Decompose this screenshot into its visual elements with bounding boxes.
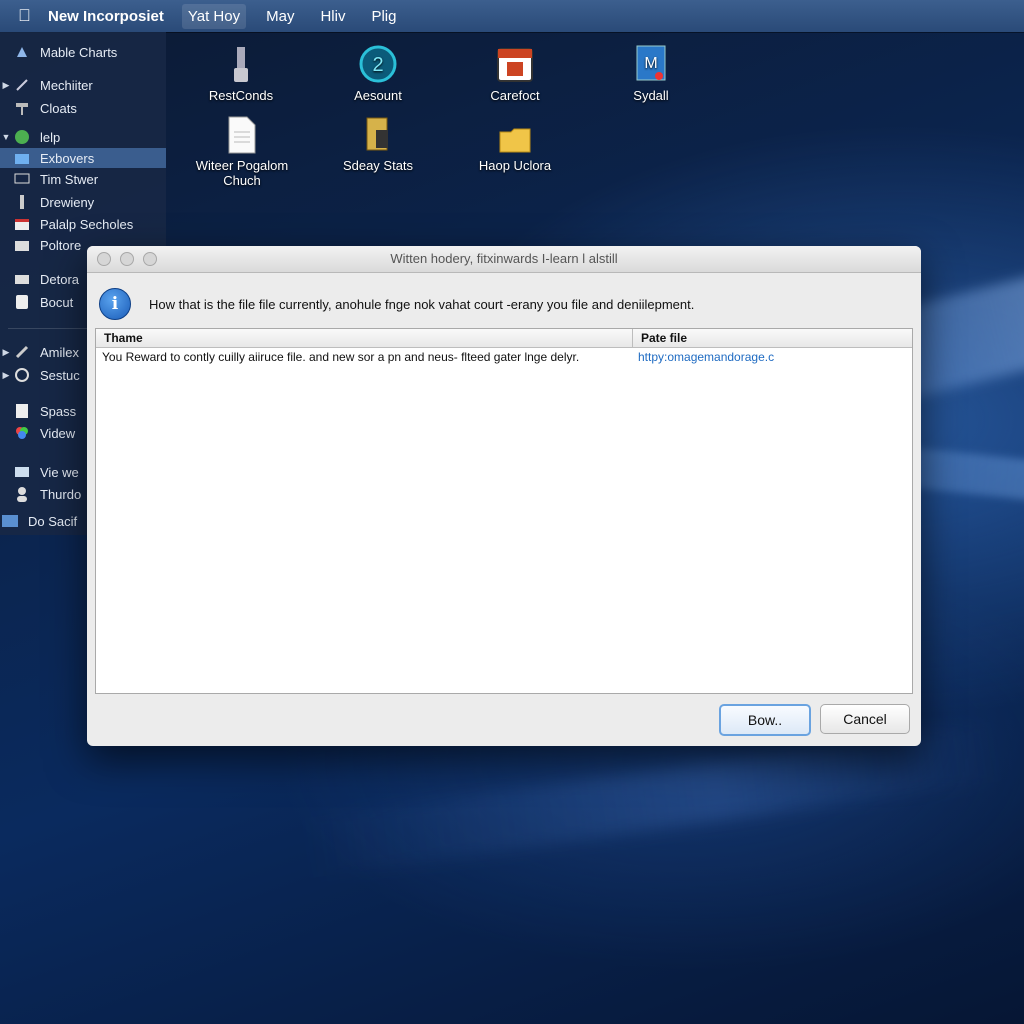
drive-icon [12,271,32,287]
folder-icon [455,114,575,154]
sidebar-item-label: Sestuc [40,367,80,383]
app-name-menu[interactable]: New Incorposiet [48,8,164,25]
sidebar-item[interactable]: Palalp Secholes [0,214,166,234]
sidebar-item-label: Spass [40,403,77,419]
table-header: Thame Pate file [96,329,912,348]
desktop-icon[interactable]: Sdeay Stats [318,114,438,173]
disclosure-triangle-icon[interactable]: ▶ [0,347,12,358]
folder-icon [12,237,32,253]
usb-drive-icon [181,40,301,84]
dialog-message: How that is the file file currently, ano… [149,296,695,312]
desktop-icon-label: Witeer Pogalom Chuch [195,158,289,188]
table-cell-name: You Reward to contly cuilly aiiruce file… [102,350,580,364]
browse-button[interactable]: Bow.. [719,704,811,736]
sidebar-item[interactable]: Drewieny [0,192,166,212]
file-table: Thame Pate file You Reward to contly cui… [95,328,913,694]
sidebar-item-selected[interactable]: Exbovers [0,148,166,168]
sidebar-item-label: Exbovers [40,150,95,166]
desktop-icon[interactable]: Haop Uclora [455,114,575,173]
svg-text:M: M [644,55,657,72]
sidebar-item-label: Cloats [40,100,77,116]
dialog-message-row: i How that is the file file currently, a… [99,288,694,320]
desktop-icon[interactable]: RestConds [181,40,301,103]
disclosure-triangle-icon[interactable]: ▶ [0,80,12,91]
help-icon [12,129,32,145]
disclosure-triangle-icon[interactable]: ▼ [0,132,12,142]
info-icon: i [99,288,131,320]
image-icon [12,464,32,480]
desktop-icon[interactable]: 2 Aesount [318,40,438,103]
tool-icon [12,77,32,93]
disclosure-triangle-icon[interactable]: ▶ [0,370,12,381]
sidebar-item-label: Bocut [40,294,74,310]
folder-icon [12,150,32,166]
desktop-icon[interactable]: M Sydall [591,40,711,103]
apple-icon[interactable]:  [18,6,38,26]
sidebar-item[interactable]: Mable Charts [0,42,166,62]
sidebar-item[interactable]: ▼ lelp [0,127,166,147]
stats-icon [318,114,438,154]
sidebar-item-label: Tim Stwer [40,171,99,187]
sidebar-item-label: Do Sacif [28,513,78,529]
menu-item-1[interactable]: Yat Hoy [181,3,247,29]
desktop-icon-label: Carefoct [490,88,540,103]
sidebar-item-label: Drewieny [40,194,95,210]
menu-item-3[interactable]: Hliv [320,8,345,25]
sidebar-item[interactable]: Cloats [0,98,166,118]
desktop-icon[interactable]: Witeer Pogalom Chuch [181,114,303,188]
desktop-icon-label: Aesount [354,88,402,103]
menu-bar:  New Incorposiet Yat Hoy May Hliv Plig [0,0,1024,32]
document-icon [12,403,32,419]
sidebar-item-label: lelp [40,129,61,145]
sidebar-item-label: Palalp Secholes [40,216,134,232]
sidebar-item-label: Videw [40,425,76,441]
calendar-icon [12,216,32,232]
sidebar-item-label: Vie we [40,464,79,480]
sidebar-item-label: Mable Charts [40,44,118,60]
photos-icon [12,425,32,441]
desktop-icon[interactable]: Carefoct [455,40,575,103]
sidebar-item[interactable]: Tim Stwer [0,169,166,189]
table-cell-link[interactable]: httpy:omagemandorage.c [630,348,774,366]
dialog-title: Witten hodery, fitxinwards I-learn l als… [390,251,618,266]
sidebar-item-label: Amilex [40,344,80,360]
dialog-window: Witten hodery, fitxinwards I-learn l als… [87,246,921,746]
svg-text:2: 2 [372,54,383,76]
desktop-icon-label: Haop Uclora [478,158,552,173]
cancel-button[interactable]: Cancel [820,704,910,734]
pen-icon [12,344,32,360]
usb-icon [12,194,32,210]
desktop-icon-label: Sdeay Stats [342,158,414,173]
sidebar-item[interactable]: ▶ Mechiiter [0,75,166,95]
column-header-name[interactable]: Thame [96,329,633,347]
menu-item-4[interactable]: Plig [371,8,396,25]
finder-icon [0,513,20,529]
monitor-icon [12,171,32,187]
system-icon: M [591,40,711,84]
table-row[interactable]: You Reward to contly cuilly aiiruce file… [96,348,912,366]
sidebar-item-label: Thurdo [40,486,82,502]
user-icon [12,486,32,502]
charts-icon [12,44,32,60]
info-icon [12,294,32,310]
calendar-app-icon [455,40,575,84]
dialog-titlebar[interactable]: Witten hodery, fitxinwards I-learn l als… [87,246,921,273]
desktop-icon-label: Sydall [633,88,669,103]
menu-item-2[interactable]: May [266,8,294,25]
desktop-icon-label: RestConds [208,88,274,103]
hammer-icon [12,100,32,116]
gear-icon [12,367,32,383]
document-icon [181,114,303,154]
sidebar-item-label: Mechiiter [40,77,93,93]
sidebar-item-label: Detora [40,271,80,287]
column-header-path[interactable]: Pate file [633,329,687,347]
sidebar-item-label: Poltore [40,237,82,253]
account-icon: 2 [318,40,438,84]
